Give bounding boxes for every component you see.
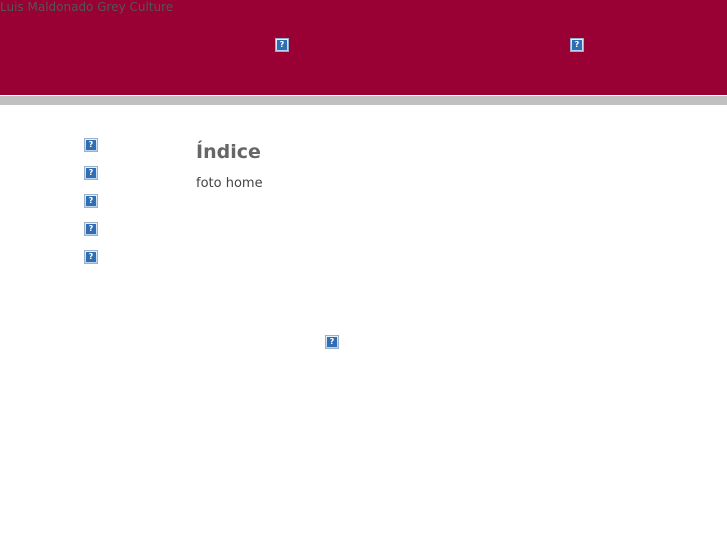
sidebar-item-2[interactable]: ? <box>84 166 98 180</box>
page-title: Índice <box>196 141 261 163</box>
sidebar-item-5[interactable]: ? <box>84 250 98 264</box>
broken-image-icon: ? <box>86 140 96 150</box>
page: Luis Maldonado Grey Culture ? ? ? ? ? ? … <box>0 0 727 545</box>
header-banner: Luis Maldonado Grey Culture ? ? <box>0 0 727 95</box>
sidebar-item-1[interactable]: ? <box>84 138 98 152</box>
header-image-link-2[interactable]: ? <box>570 38 584 52</box>
broken-image-icon: ? <box>86 252 96 262</box>
broken-image-icon: ? <box>86 196 96 206</box>
broken-image-icon: ? <box>86 168 96 178</box>
footer-image-link[interactable]: ? <box>325 335 339 349</box>
content-text: foto home <box>196 176 263 191</box>
broken-image-icon: ? <box>327 337 337 347</box>
header-image-link-1[interactable]: ? <box>275 38 289 52</box>
broken-image-icon: ? <box>572 40 582 50</box>
broken-image-icon: ? <box>277 40 287 50</box>
sidebar-item-4[interactable]: ? <box>84 222 98 236</box>
broken-image-icon: ? <box>86 224 96 234</box>
sidebar-item-3[interactable]: ? <box>84 194 98 208</box>
header-divider-band <box>0 96 727 105</box>
site-title: Luis Maldonado Grey Culture <box>0 0 174 14</box>
